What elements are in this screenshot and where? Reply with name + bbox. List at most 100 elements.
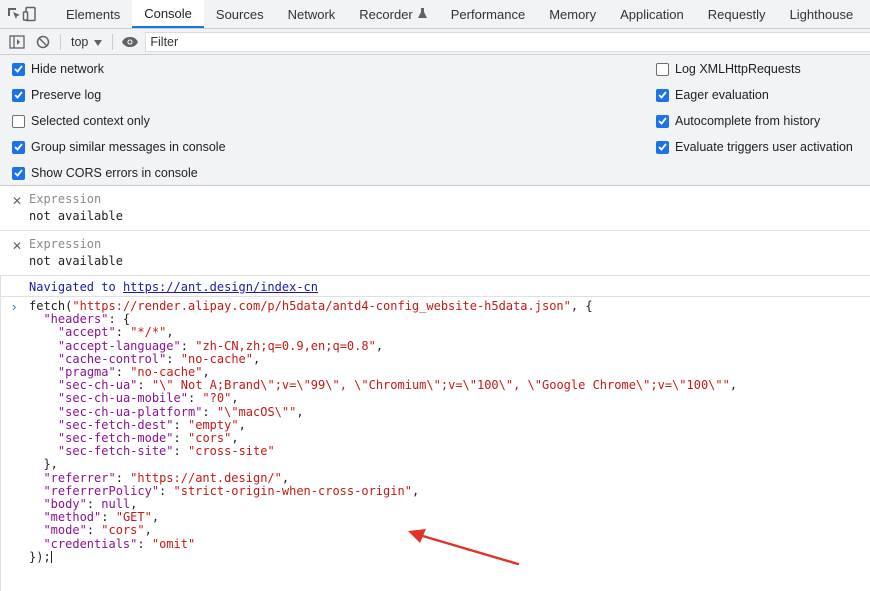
checkmark-icon (14, 169, 23, 177)
setting-log-xmlhttprequests[interactable]: Log XMLHttpRequests (656, 60, 801, 78)
code-fn: fetch (29, 299, 66, 313)
checkbox[interactable] (12, 166, 25, 180)
checkmark-icon (14, 143, 23, 151)
checkbox[interactable] (656, 62, 669, 76)
filter-input[interactable]: Filter (145, 31, 870, 52)
close-icon[interactable]: ✕ (12, 194, 22, 208)
tab-requestly[interactable]: Requestly (696, 0, 778, 28)
checkbox[interactable] (12, 88, 25, 102)
setting-label: Log XMLHttpRequests (675, 62, 801, 76)
close-icon[interactable]: ✕ (12, 239, 22, 253)
header-value: \" Not A;Brand\";v=\"99\", \"Chromium\";… (159, 378, 723, 393)
setting-label: Autocomplete from history (675, 114, 821, 128)
inspect-icon[interactable] (6, 0, 22, 28)
setting-label: Eager evaluation (675, 88, 769, 102)
eye-icon[interactable] (117, 29, 143, 55)
tab-sources[interactable]: Sources (204, 0, 276, 28)
prop-referrerpolicy: strict-origin-when-cross-origin (180, 483, 405, 498)
header-key: sec-fetch-site (65, 444, 167, 459)
filter-placeholder: Filter (150, 34, 179, 49)
header-key: sec-ch-ua-mobile (65, 391, 181, 406)
header-value: ?0 (209, 391, 225, 406)
tab-label: Memory (549, 6, 597, 22)
prop-referrer: https://ant.design/ (137, 470, 275, 485)
header-value: empty (195, 417, 232, 432)
checkmark-icon (658, 117, 667, 125)
tab-console[interactable]: Console (132, 0, 204, 28)
tab-lighthouse[interactable]: Lighthouse (778, 0, 866, 28)
setting-selected-context-only[interactable]: Selected context only (12, 112, 150, 130)
header-key: cache-control (65, 351, 160, 366)
setting-preserve-log[interactable]: Preserve log (12, 86, 101, 104)
prop-mode: cors (108, 523, 138, 538)
tab-memory[interactable]: Memory (537, 0, 608, 28)
checkbox[interactable] (656, 140, 669, 154)
navigation-link[interactable]: https://ant.design/index-cn (123, 280, 318, 294)
header-key: pragma (65, 365, 109, 380)
header-key: sec-ch-ua (65, 378, 131, 393)
navigation-message: Navigated to https://ant.design/index-cn (0, 276, 870, 297)
live-expression: ✕ Expression not available (0, 231, 870, 276)
setting-hide-network[interactable]: Hide network (12, 60, 104, 78)
setting-autocomplete-from-history[interactable]: Autocomplete from history (656, 112, 820, 130)
context-selector-label: top (71, 34, 89, 49)
navigation-prefix: Navigated to (29, 280, 116, 294)
header-key: sec-ch-ua-platform (65, 404, 196, 419)
checkmark-icon (658, 143, 667, 151)
context-selector[interactable]: top (65, 35, 108, 49)
clear-console-icon[interactable] (30, 29, 56, 55)
tab-application[interactable]: Application (608, 0, 696, 28)
checkbox[interactable] (656, 88, 669, 102)
checkbox[interactable] (12, 114, 25, 128)
setting-evaluate-triggers-user-activation[interactable]: Evaluate triggers user activation (656, 138, 853, 156)
header-key: sec-fetch-dest (65, 417, 167, 432)
checkmark-icon (14, 65, 23, 73)
console-left-border (0, 276, 1, 591)
header-key: accept (65, 325, 109, 340)
prop-body: null (101, 497, 131, 512)
sidebar-toggle-icon[interactable] (4, 29, 30, 55)
tab-recorder[interactable]: Recorder (347, 0, 438, 28)
checkmark-icon (14, 91, 23, 99)
header-value: no-cache (187, 351, 246, 366)
setting-label: Preserve log (31, 88, 102, 102)
expression-value: not available (29, 254, 123, 268)
expression-label[interactable]: Expression (29, 192, 101, 206)
tab-label: Console (144, 5, 192, 21)
expression-label[interactable]: Expression (29, 237, 101, 251)
flask-icon (417, 7, 427, 22)
code-url: https://render.alipay.com/p/h5data/antd4… (79, 299, 564, 313)
setting-label: Show CORS errors in console (31, 166, 198, 180)
tab-label: Elements (66, 6, 121, 22)
prop-method: GET (122, 510, 145, 525)
header-value: cross-site (195, 444, 268, 459)
tab-label: Application (620, 6, 684, 22)
checkbox[interactable] (12, 140, 25, 154)
chevron-down-icon (94, 35, 103, 49)
prop-credentials: omit (159, 536, 188, 551)
expression-value: not available (29, 209, 123, 223)
toolbar-divider (112, 33, 114, 50)
tab-label: Network (287, 6, 336, 22)
header-value: cors (195, 431, 225, 446)
setting-label: Selected context only (31, 114, 150, 128)
console-input-code[interactable]: fetch("https://render.alipay.com/p/h5dat… (29, 299, 737, 564)
tab-performance[interactable]: Performance (439, 0, 537, 28)
tab-elements[interactable]: Elements (54, 0, 132, 28)
tab-label: Lighthouse (789, 6, 854, 22)
checkbox[interactable] (656, 114, 669, 128)
tab-f[interactable]: F (865, 0, 870, 28)
text-cursor (50, 550, 52, 563)
header-key: accept-language (65, 338, 174, 353)
tab-label: Requestly (707, 6, 766, 22)
device-toggle-icon[interactable] (22, 0, 38, 28)
setting-group-similar-messages-in-console[interactable]: Group similar messages in console (12, 138, 226, 156)
toolbar-divider (60, 33, 61, 50)
setting-label: Evaluate triggers user activation (675, 140, 853, 154)
checkbox[interactable] (12, 62, 25, 76)
prompt-chevron-icon: › (12, 299, 17, 314)
setting-show-cors-errors-in-console[interactable]: Show CORS errors in console (12, 164, 198, 182)
setting-eager-evaluation[interactable]: Eager evaluation (656, 86, 769, 104)
tab-network[interactable]: Network (276, 0, 348, 28)
tab-label: Sources (215, 6, 264, 22)
